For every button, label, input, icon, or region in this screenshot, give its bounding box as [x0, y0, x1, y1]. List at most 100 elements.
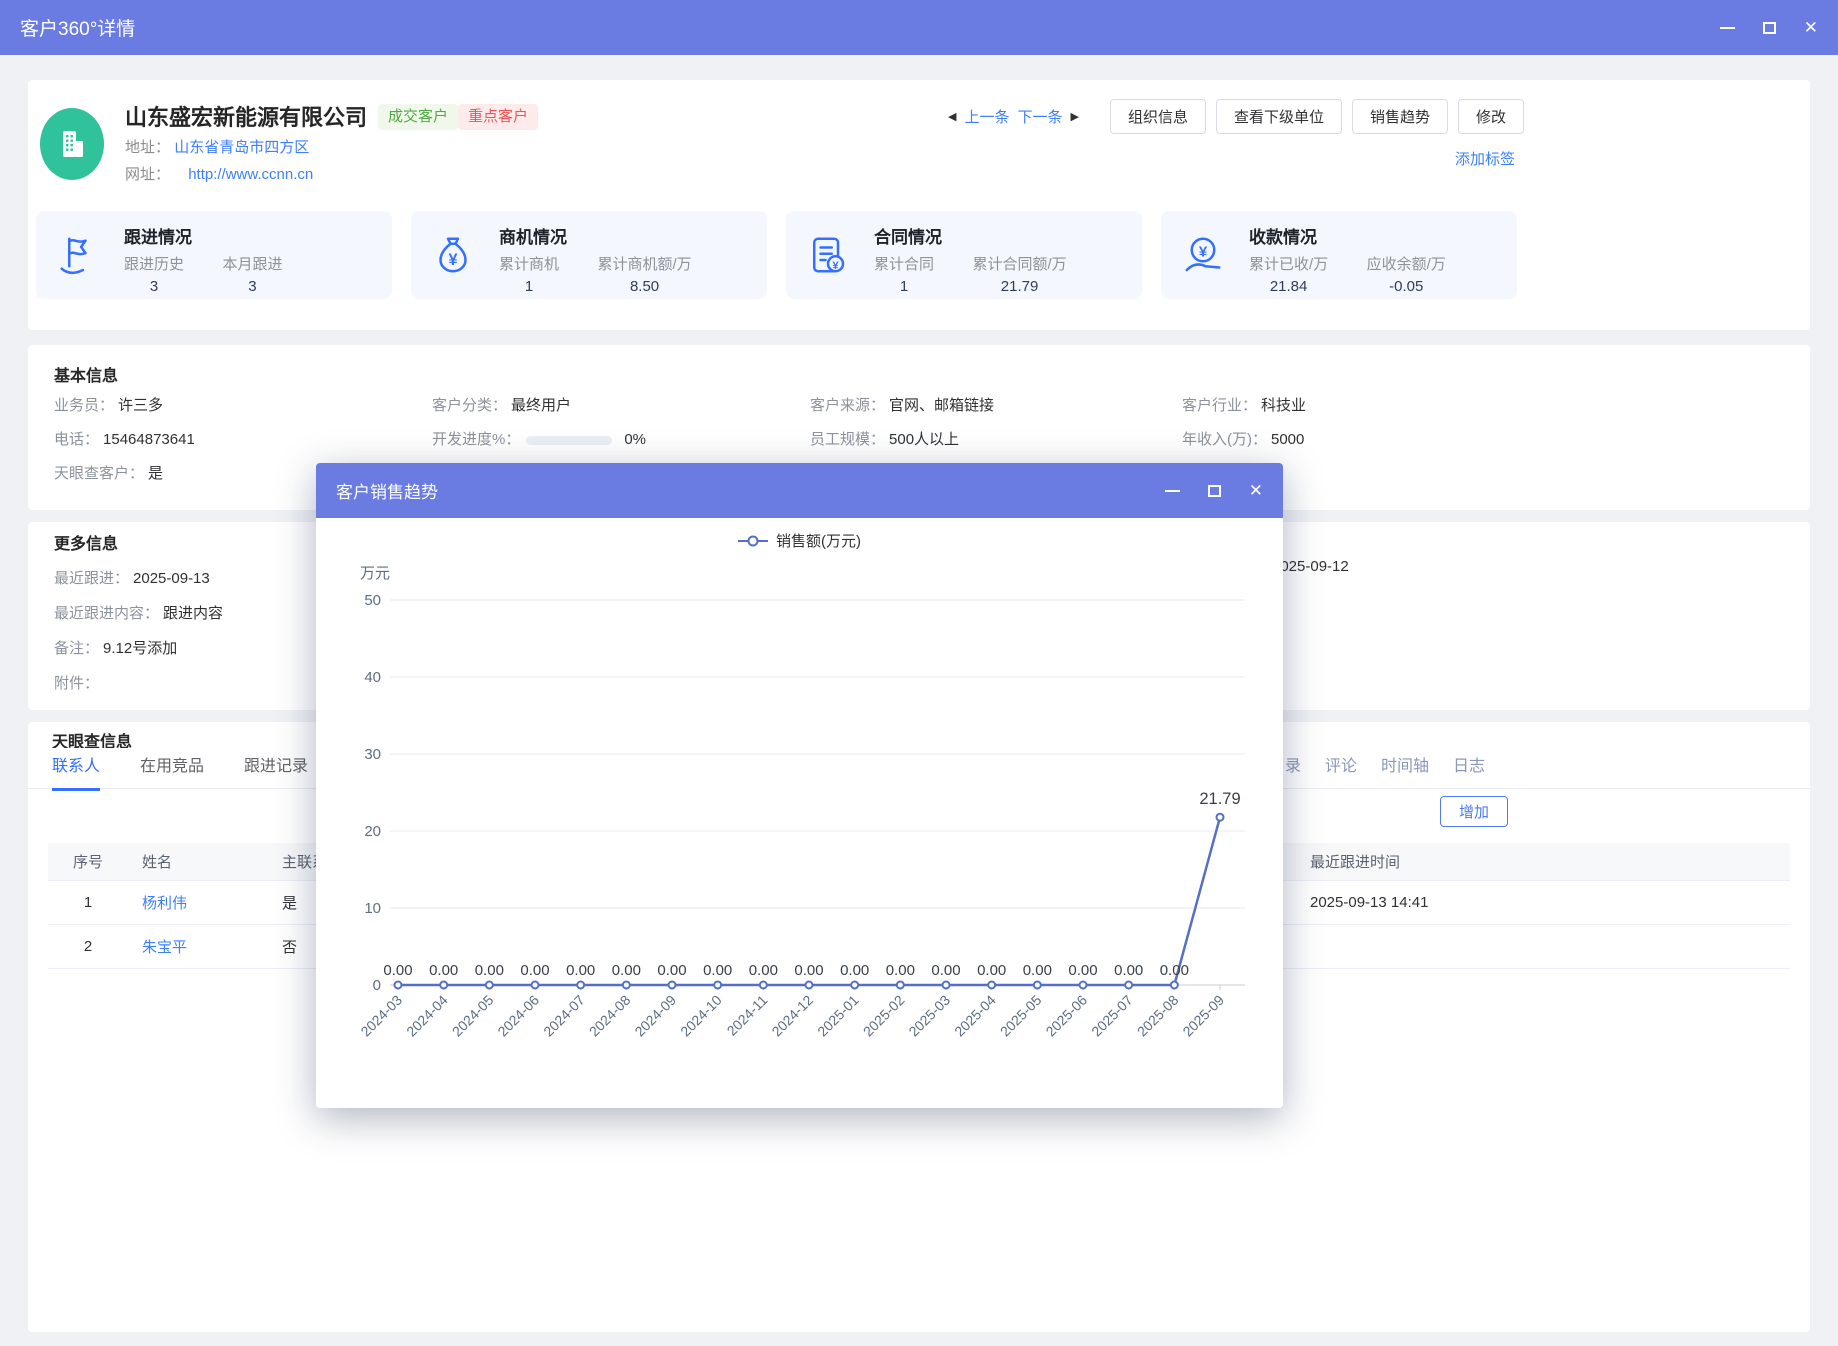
field-customer-source: 客户来源：官网、邮箱链接 — [810, 396, 1182, 416]
svg-text:0.00: 0.00 — [931, 962, 960, 979]
field-employee-scale: 员工规模：500人以上 — [810, 430, 1182, 450]
stat-title: 跟进情况 — [124, 223, 316, 248]
next-record-link[interactable]: 下一条 — [1017, 106, 1062, 127]
payment-icon: ¥ — [1183, 235, 1223, 275]
stat-label: 累计合同额/万 — [972, 253, 1066, 274]
header-actions: 组织信息 查看下级单位 销售趋势 修改 — [1110, 99, 1524, 134]
tab-comments[interactable]: 评论 — [1325, 752, 1357, 788]
svg-text:0.00: 0.00 — [383, 962, 412, 979]
modal-titlebar: 客户销售趋势 ✕ — [316, 463, 1283, 518]
stat-value: 21.84 — [1249, 278, 1328, 295]
modal-maximize-icon[interactable] — [1208, 485, 1221, 497]
tianyancha-section-title: 天眼查信息 — [52, 733, 132, 748]
svg-text:2025-09: 2025-09 — [1179, 992, 1227, 1040]
svg-text:0.00: 0.00 — [520, 962, 549, 979]
company-header-card: 山东盛宏新能源有限公司 成交客户 重点客户 地址： 山东省青岛市四方区 网址： … — [28, 80, 1810, 330]
svg-text:2025-06: 2025-06 — [1042, 992, 1090, 1040]
svg-text:2024-09: 2024-09 — [631, 992, 679, 1040]
svg-text:2025-03: 2025-03 — [905, 992, 953, 1040]
modal-minimize-icon[interactable] — [1165, 490, 1180, 492]
tab-partial[interactable]: 录 — [1285, 752, 1301, 788]
field-phone: 电话：15464873641 — [54, 430, 432, 450]
window-titlebar: 客户360°详情 ✕ — [0, 0, 1838, 55]
stats-row: 跟进情况 跟进历史3 本月跟进3 ¥ 商机情况 — [36, 211, 1517, 299]
progress-bar — [526, 436, 612, 445]
website-row: 网址： http://www.ccnn.cn — [125, 163, 313, 184]
svg-text:2025-02: 2025-02 — [860, 992, 908, 1040]
add-contact-button[interactable]: 增加 — [1440, 796, 1508, 827]
svg-text:0.00: 0.00 — [977, 962, 1006, 979]
stat-label: 累计合同 — [874, 253, 934, 274]
opportunity-stat-card: ¥ 商机情况 累计商机1 累计商机额/万8.50 — [411, 211, 767, 299]
svg-text:0.00: 0.00 — [886, 962, 915, 979]
svg-text:2024-08: 2024-08 — [586, 992, 634, 1040]
modal-close-icon[interactable]: ✕ — [1249, 482, 1263, 499]
tab-logs[interactable]: 日志 — [1453, 752, 1485, 788]
prev-record-link[interactable]: 上一条 — [964, 106, 1009, 127]
field-annual-income: 年收入(万)：5000 — [1182, 430, 1784, 450]
tab-timeline[interactable]: 时间轴 — [1381, 752, 1429, 788]
svg-text:0.00: 0.00 — [1160, 962, 1189, 979]
tab-contacts[interactable]: 联系人 — [52, 752, 100, 791]
tab-follow-records[interactable]: 跟进记录 — [244, 752, 308, 791]
address-row: 地址： 山东省青岛市四方区 — [125, 136, 309, 157]
stat-label: 跟进历史 — [124, 253, 184, 274]
company-name: 山东盛宏新能源有限公司 — [125, 100, 367, 132]
svg-text:2025-05: 2025-05 — [997, 992, 1045, 1040]
address-label: 地址： — [125, 139, 170, 156]
svg-text:2025-01: 2025-01 — [814, 992, 862, 1040]
svg-text:¥: ¥ — [832, 260, 839, 272]
svg-text:21.79: 21.79 — [1199, 790, 1240, 808]
stat-value: 1 — [499, 278, 559, 295]
website-label: 网址： — [125, 166, 170, 183]
stat-value: 21.79 — [972, 278, 1066, 295]
sales-trend-modal: 客户销售趋势 ✕ 销售额(万元) 万元 010203040502024-0320… — [316, 463, 1283, 1108]
contact-name-link[interactable]: 杨利伟 — [142, 895, 187, 912]
address-link[interactable]: 山东省青岛市四方区 — [174, 139, 309, 156]
svg-text:¥: ¥ — [448, 251, 457, 269]
svg-text:30: 30 — [364, 746, 381, 763]
add-tag-link[interactable]: 添加标签 — [1455, 148, 1515, 169]
svg-text:0.00: 0.00 — [794, 962, 823, 979]
stat-label: 累计已收/万 — [1249, 253, 1328, 274]
stat-value: -0.05 — [1367, 278, 1446, 295]
window-close-icon[interactable]: ✕ — [1804, 19, 1818, 36]
website-link[interactable]: http://www.ccnn.cn — [188, 166, 313, 183]
tab-competitors[interactable]: 在用竞品 — [140, 752, 204, 791]
svg-text:2024-07: 2024-07 — [540, 992, 588, 1040]
prev-arrow-icon[interactable]: ◀ — [948, 110, 956, 123]
stat-title: 商机情况 — [499, 223, 726, 248]
building-icon — [54, 126, 90, 162]
svg-text:2024-10: 2024-10 — [677, 992, 725, 1040]
right-date-value: 2025-09-12 — [1272, 558, 1349, 575]
svg-text:0.00: 0.00 — [566, 962, 595, 979]
svg-text:¥: ¥ — [1199, 243, 1208, 260]
contract-icon: ¥ — [808, 235, 848, 275]
sales-trend-button[interactable]: 销售趋势 — [1352, 99, 1448, 134]
view-subunits-button[interactable]: 查看下级单位 — [1216, 99, 1342, 134]
org-info-button[interactable]: 组织信息 — [1110, 99, 1206, 134]
field-dev-progress: 开发进度%：0% — [432, 430, 810, 450]
customer-360-window: 客户360°详情 ✕ 山东盛宏新能源有限公司 成交客户 重点客户 — [0, 0, 1838, 1346]
svg-text:2025-07: 2025-07 — [1088, 992, 1136, 1040]
col-header-index: 序号 — [48, 851, 128, 872]
edit-button[interactable]: 修改 — [1458, 99, 1524, 134]
col-header-last-follow: 最近跟进时间 — [1278, 851, 1790, 872]
svg-text:0.00: 0.00 — [840, 962, 869, 979]
modal-title: 客户销售趋势 — [336, 478, 438, 503]
trend-line-chart: 010203040502024-032024-042024-052024-062… — [316, 518, 1283, 1108]
window-minimize-icon[interactable] — [1720, 27, 1735, 29]
window-maximize-icon[interactable] — [1763, 22, 1776, 34]
stat-value: 3 — [124, 278, 184, 295]
svg-text:2024-12: 2024-12 — [768, 992, 816, 1040]
stat-value: 1 — [874, 278, 934, 295]
window-title: 客户360°详情 — [20, 14, 135, 41]
svg-text:0.00: 0.00 — [475, 962, 504, 979]
next-arrow-icon[interactable]: ▶ — [1071, 110, 1079, 123]
contact-name-link[interactable]: 朱宝平 — [142, 939, 187, 956]
svg-text:0.00: 0.00 — [657, 962, 686, 979]
svg-text:0.00: 0.00 — [1114, 962, 1143, 979]
svg-text:2024-03: 2024-03 — [357, 992, 405, 1040]
company-avatar — [40, 108, 104, 180]
svg-text:50: 50 — [364, 592, 381, 609]
